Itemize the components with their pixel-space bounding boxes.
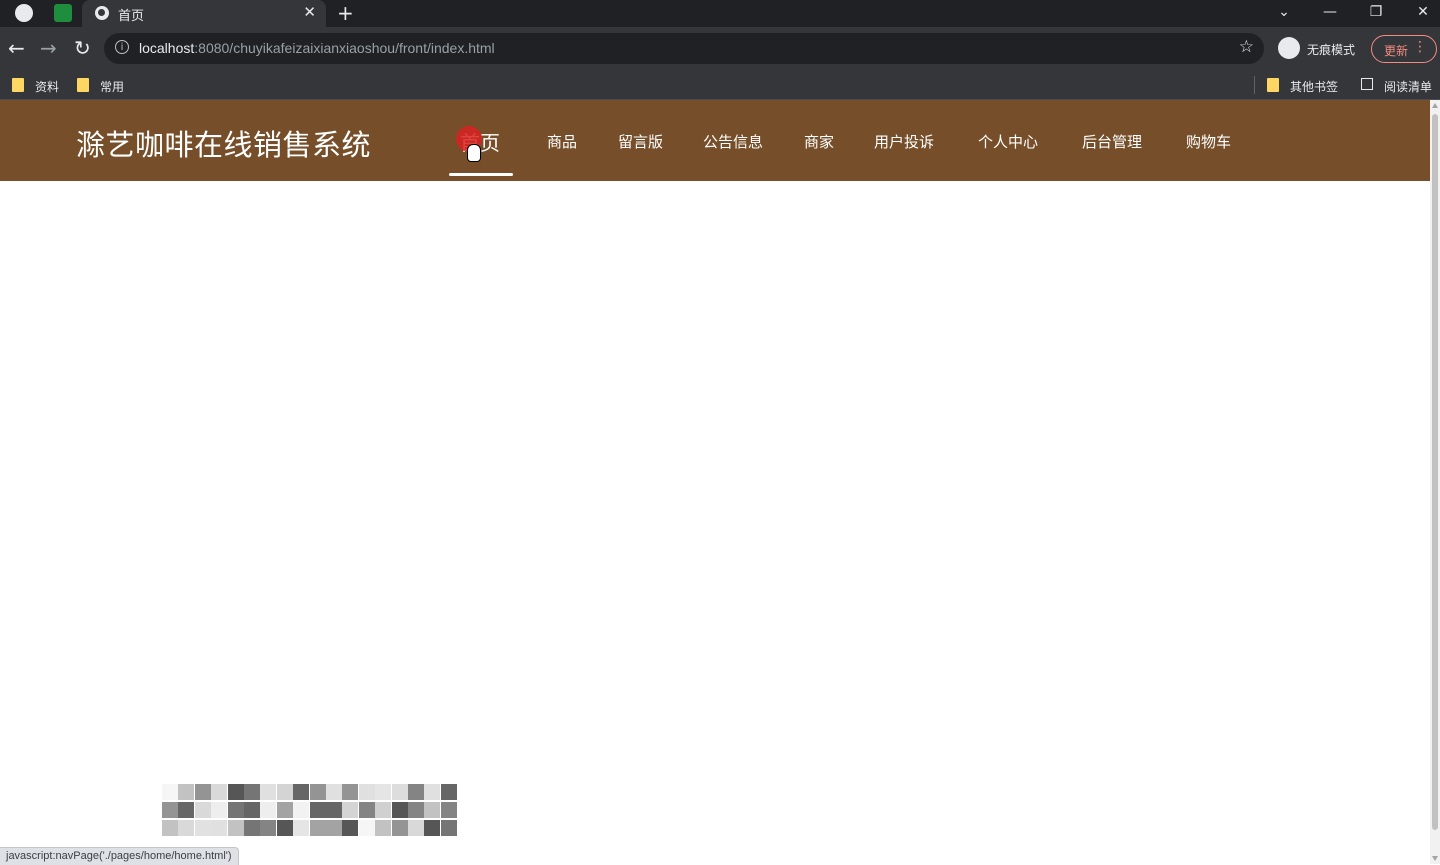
update-label: 更新	[1384, 44, 1409, 58]
site-title: 滁艺咖啡在线销售系统	[76, 128, 372, 162]
menu-dots-icon[interactable]: ⋮	[1413, 39, 1427, 55]
incognito-indicator[interactable]: 无痕模式	[1276, 35, 1362, 63]
site-header: 滁艺咖啡在线销售系统 首页 商品 留言版 公告信息 商家 用户投诉 个人中心 后…	[0, 100, 1430, 181]
folder-icon	[12, 78, 24, 92]
folder-icon	[77, 78, 89, 92]
reload-icon[interactable]: ↻	[74, 36, 91, 60]
site-info-icon[interactable]: i	[115, 40, 129, 54]
tab-search-chevron-icon[interactable]: ⌄	[1274, 0, 1294, 24]
nav-item-admin[interactable]: 后台管理	[1082, 131, 1142, 152]
reading-list[interactable]: 阅读清单	[1361, 75, 1437, 95]
spreadsheet-app-icon[interactable]	[54, 4, 72, 22]
link-status-bar: javascript:navPage('./pages/home/home.ht…	[0, 847, 239, 865]
restore-icon[interactable]: ❐	[1366, 0, 1386, 24]
other-bookmarks[interactable]: 其他书签	[1267, 75, 1343, 95]
active-nav-underline	[449, 173, 513, 176]
update-button[interactable]: 更新 ⋮	[1371, 35, 1437, 63]
incognito-icon	[1278, 37, 1300, 59]
bookmarks-bar: 资料 常用 其他书签 阅读清单	[0, 70, 1440, 100]
browser-globe-icon[interactable]	[15, 4, 33, 22]
tab-title: 首页	[118, 9, 145, 24]
bookmark-folder-ziliao[interactable]: 资料	[12, 75, 72, 95]
minimize-icon[interactable]: —	[1320, 0, 1340, 24]
pixelated-watermark	[162, 784, 458, 838]
nav-item-cart[interactable]: 购物车	[1186, 131, 1231, 152]
address-bar[interactable]: i localhost:8080/chuyikafeizaixianxiaosh…	[104, 33, 1264, 64]
browser-toolbar: ← → ↻ i localhost:8080/chuyikafeizaixian…	[0, 27, 1440, 70]
tab-globe-icon	[95, 6, 109, 20]
nav-item-merchants[interactable]: 商家	[804, 131, 834, 152]
scroll-down-arrow-icon[interactable]	[1432, 856, 1438, 861]
browser-tab-strip: 首页 ✕ + ⌄ — ❐ ✕	[0, 0, 1440, 27]
nav-item-products[interactable]: 商品	[547, 131, 577, 152]
new-tab-icon[interactable]: +	[337, 0, 354, 26]
forward-arrow-icon[interactable]: →	[40, 36, 57, 60]
bookmark-folder-changyong[interactable]: 常用	[77, 75, 137, 95]
hand-cursor-icon	[467, 144, 481, 162]
close-window-icon[interactable]: ✕	[1413, 0, 1433, 24]
bookmarks-separator	[1254, 76, 1255, 94]
nav-item-complaints[interactable]: 用户投诉	[874, 131, 934, 152]
bookmark-star-icon[interactable]: ☆	[1239, 37, 1254, 57]
scroll-up-arrow-icon[interactable]	[1432, 103, 1438, 108]
incognito-label: 无痕模式	[1307, 43, 1356, 57]
url-text: localhost:8080/chuyikafeizaixianxiaoshou…	[139, 40, 495, 56]
folder-icon	[1267, 78, 1279, 92]
nav-item-announcements[interactable]: 公告信息	[703, 131, 763, 152]
tab-home[interactable]: 首页 ✕	[82, 0, 326, 27]
nav-item-personal-center[interactable]: 个人中心	[978, 131, 1038, 152]
nav-item-message-board[interactable]: 留言版	[618, 131, 663, 152]
reading-list-icon	[1361, 78, 1373, 90]
page-scrollbar[interactable]	[1430, 100, 1440, 864]
back-arrow-icon[interactable]: ←	[8, 36, 25, 60]
tab-close-icon[interactable]: ✕	[303, 3, 316, 21]
scrollbar-thumb[interactable]	[1432, 114, 1438, 830]
